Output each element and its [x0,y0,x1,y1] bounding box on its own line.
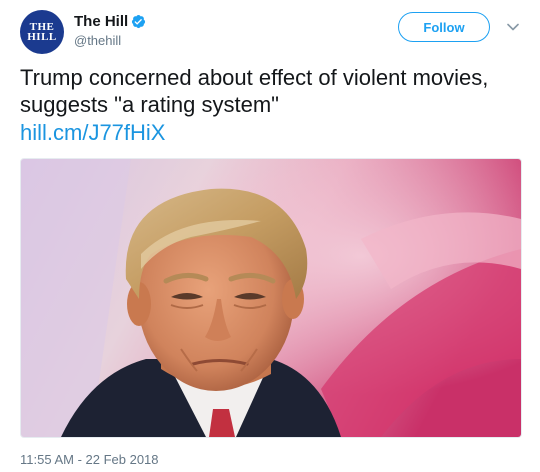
tweet-timestamp[interactable]: 11:55 AM - 22 Feb 2018 [20,452,159,468]
avatar-logo-line-2: HILL [27,31,57,43]
tweet-link[interactable]: hill.cm/J77fHiX [20,119,165,146]
display-name[interactable]: The Hill [74,12,128,31]
tweet-media-photo[interactable] [20,158,522,438]
follow-button[interactable]: Follow [398,12,490,42]
tweet-card: THE HILL The Hill @thehill Follow Trump … [0,0,540,472]
photo-illustration [21,159,521,437]
avatar[interactable]: THE HILL [20,10,64,54]
tweet-header: THE HILL The Hill @thehill Follow [20,10,525,54]
verified-badge-icon [132,14,146,29]
tweet-text: Trump concerned about effect of violent … [20,64,520,146]
account-handle[interactable]: @thehill [74,32,146,50]
account-name-block[interactable]: The Hill @thehill [74,12,146,50]
tweet-body: Trump concerned about effect of violent … [20,65,489,117]
chevron-down-icon[interactable] [506,20,520,34]
